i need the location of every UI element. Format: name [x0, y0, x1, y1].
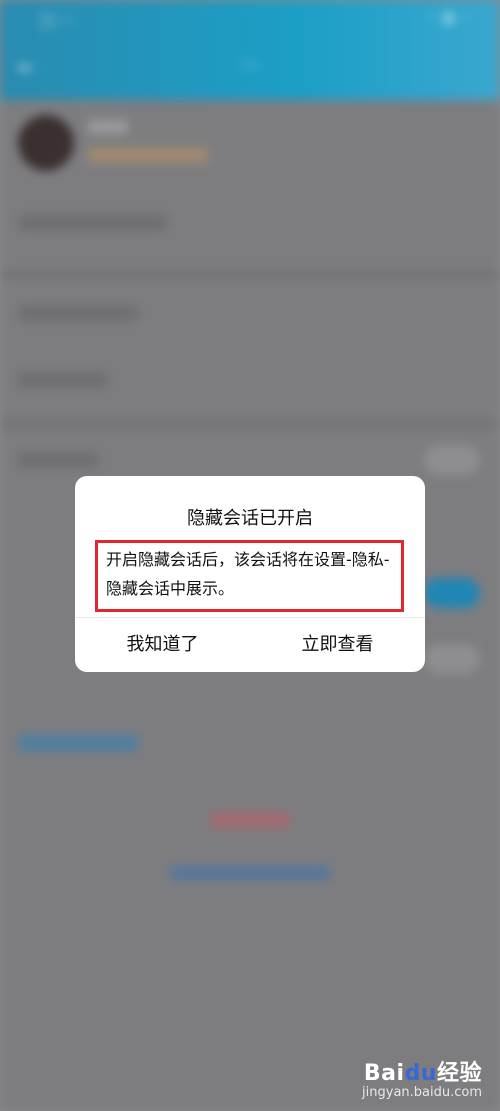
status-bar-left: ▢ ···	[40, 10, 76, 29]
section-divider	[0, 270, 500, 278]
contact-name-blurred	[88, 120, 128, 134]
destructive-action-blurred[interactable]	[210, 812, 290, 828]
settings-row-blurred[interactable]	[18, 305, 138, 321]
contact-tags-blurred	[88, 148, 208, 162]
watermark-logo: Baidu经验	[363, 1061, 482, 1086]
avatar[interactable]	[18, 115, 74, 171]
paw-icon: du	[404, 1061, 437, 1086]
toggle-switch[interactable]	[424, 445, 480, 475]
settings-row-blurred[interactable]	[18, 452, 98, 468]
page-title: ···	[241, 55, 259, 76]
footer-links-blurred[interactable]	[170, 866, 330, 880]
toggle-switch[interactable]	[424, 578, 480, 608]
got-it-button[interactable]: 我知道了	[75, 618, 250, 672]
dialog-title: 隐藏会话已开启	[187, 508, 313, 529]
link-blurred[interactable]	[18, 735, 138, 751]
toggle-switch[interactable]	[424, 644, 480, 674]
section-divider	[0, 420, 500, 428]
view-now-button[interactable]: 立即查看	[250, 618, 425, 672]
settings-row-blurred[interactable]	[18, 215, 168, 231]
status-bar-right: ··· ▮ ···	[426, 10, 470, 26]
dialog-message: 开启隐藏会话后，该会话将在设置-隐私-隐藏会话中展示。	[95, 540, 404, 612]
baidu-jingyan-watermark: Baidu经验 jingyan.baidu.com	[362, 1055, 482, 1100]
watermark-url: jingyan.baidu.com	[362, 1085, 482, 1100]
app-header: ▢ ··· ··· ▮ ··· ← ···	[0, 0, 500, 100]
settings-row-blurred[interactable]	[18, 372, 108, 388]
hidden-chat-dialog: 隐藏会话已开启 开启隐藏会话后，该会话将在设置-隐私-隐藏会话中展示。 我知道了…	[75, 476, 425, 672]
